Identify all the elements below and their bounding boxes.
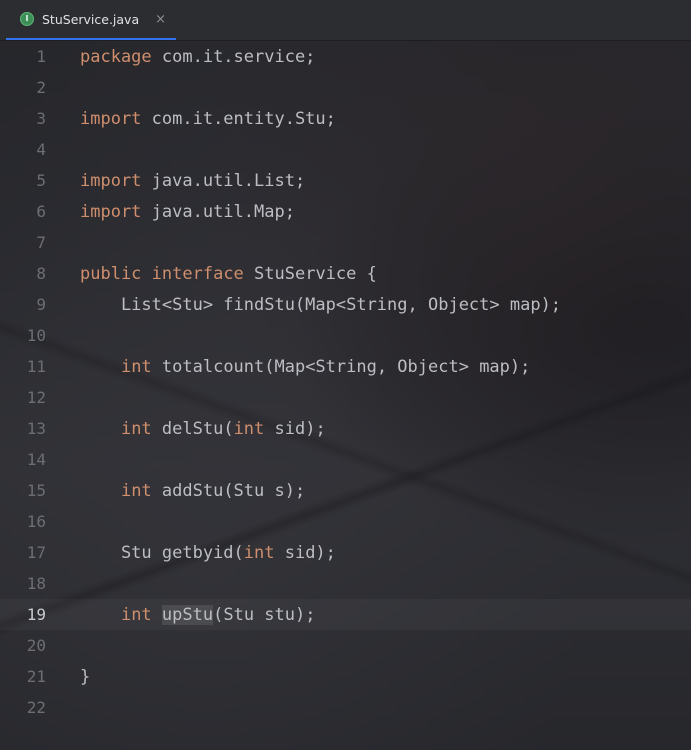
keyword-token: package bbox=[80, 46, 152, 67]
code-line[interactable]: 1 package com.it.service; bbox=[0, 41, 691, 72]
line-number: 16 bbox=[26, 512, 46, 531]
code-text[interactable]: import java.util.Map; bbox=[80, 202, 295, 222]
code-line[interactable]: 13 int delStu(int sid); bbox=[0, 413, 691, 444]
line-number: 11 bbox=[26, 357, 46, 376]
java-interface-icon: I bbox=[20, 12, 34, 26]
code-text[interactable]: int totalcount(Map<String, Object> map); bbox=[80, 357, 530, 377]
code-text[interactable]: public interface StuService { bbox=[80, 264, 377, 284]
line-number: 3 bbox=[36, 109, 46, 128]
code-token: } bbox=[80, 666, 91, 687]
code-token: StuService { bbox=[243, 263, 377, 284]
code-line[interactable]: 6 import java.util.Map; bbox=[0, 196, 691, 227]
code-line[interactable]: 9 List<Stu> findStu(Map<String, Object> … bbox=[0, 289, 691, 320]
code-token: totalcount(Map<String, Object> map); bbox=[151, 356, 531, 377]
code-line[interactable]: 7 bbox=[0, 227, 691, 258]
line-number: 7 bbox=[36, 233, 46, 252]
line-number: 21 bbox=[26, 667, 46, 686]
code-token: java.util.List; bbox=[141, 170, 306, 191]
keyword-token: interface bbox=[151, 263, 244, 284]
keyword-token: int bbox=[243, 542, 275, 563]
code-token: delStu( bbox=[151, 418, 234, 439]
line-number: 19 bbox=[26, 605, 46, 624]
code-text[interactable]: int upStu(Stu stu); bbox=[80, 604, 316, 625]
line-number: 13 bbox=[26, 419, 46, 438]
code-line[interactable]: 3 import com.it.entity.Stu; bbox=[0, 103, 691, 134]
code-token: com.it.entity.Stu; bbox=[141, 108, 336, 129]
ide-window: I StuService.java × 1 package com.it.serv… bbox=[0, 0, 691, 750]
code-text[interactable]: package com.it.service; bbox=[80, 47, 315, 67]
keyword-token: import bbox=[80, 201, 142, 222]
code-token: List<Stu> findStu(Map<String, Object> ma… bbox=[80, 294, 562, 315]
code-line[interactable]: 8 public interface StuService { bbox=[0, 258, 691, 289]
close-tab-icon[interactable]: × bbox=[155, 12, 166, 27]
code-line[interactable]: 18 bbox=[0, 568, 691, 599]
code-line[interactable]: 16 bbox=[0, 506, 691, 537]
code-text[interactable]: List<Stu> findStu(Map<String, Object> ma… bbox=[80, 295, 561, 315]
code-line[interactable]: 20 bbox=[0, 630, 691, 661]
code-token: sid); bbox=[274, 542, 336, 563]
code-line[interactable]: 17 Stu getbyid(int sid); bbox=[0, 537, 691, 568]
code-text[interactable]: } bbox=[80, 667, 90, 687]
line-number: 12 bbox=[26, 388, 46, 407]
keyword-token: int bbox=[120, 604, 152, 625]
code-editor[interactable]: 1 package com.it.service; 2 3 import com.it.… bbox=[0, 41, 691, 723]
line-number: 8 bbox=[36, 264, 46, 283]
code-token: addStu(Stu s); bbox=[151, 480, 306, 501]
line-number: 4 bbox=[36, 140, 46, 159]
code-line[interactable]: 22 bbox=[0, 692, 691, 723]
code-line[interactable]: 5 import java.util.List; bbox=[0, 165, 691, 196]
keyword-token: public bbox=[80, 263, 142, 284]
line-number: 6 bbox=[36, 202, 46, 221]
keyword-token: import bbox=[80, 108, 142, 129]
code-token: (Stu stu); bbox=[213, 604, 316, 625]
code-token: com.it.service; bbox=[151, 46, 316, 67]
code-line[interactable]: 14 bbox=[0, 444, 691, 475]
line-number: 1 bbox=[36, 47, 46, 66]
code-line[interactable]: 10 bbox=[0, 320, 691, 351]
keyword-token: import bbox=[80, 170, 142, 191]
line-number: 10 bbox=[26, 326, 46, 345]
keyword-token: int bbox=[233, 418, 265, 439]
code-token: Stu getbyid( bbox=[80, 542, 244, 563]
line-number: 20 bbox=[26, 636, 46, 655]
tab-label: StuService.java bbox=[42, 11, 140, 27]
code-line[interactable]: 11 int totalcount(Map<String, Object> ma… bbox=[0, 351, 691, 382]
code-line[interactable]: 15 int addStu(Stu s); bbox=[0, 475, 691, 506]
code-text[interactable]: int delStu(int sid); bbox=[80, 419, 326, 439]
code-text[interactable]: int addStu(Stu s); bbox=[80, 481, 305, 501]
line-number: 18 bbox=[26, 574, 46, 593]
code-line[interactable]: 21} bbox=[0, 661, 691, 692]
code-token: java.util.Map; bbox=[141, 201, 295, 222]
code-text[interactable]: import com.it.entity.Stu; bbox=[80, 109, 336, 129]
code-line[interactable]: 2 bbox=[0, 72, 691, 103]
code-token: sid); bbox=[264, 418, 326, 439]
keyword-token: int bbox=[120, 418, 152, 439]
line-number: 9 bbox=[36, 295, 46, 314]
highlighted-token: upStu bbox=[161, 604, 214, 625]
line-number: 22 bbox=[26, 698, 46, 717]
line-number: 15 bbox=[26, 481, 46, 500]
line-number: 5 bbox=[36, 171, 46, 190]
line-number: 17 bbox=[26, 543, 46, 562]
line-number: 2 bbox=[36, 78, 46, 97]
code-text[interactable]: Stu getbyid(int sid); bbox=[80, 543, 336, 563]
code-line[interactable]: 12 bbox=[0, 382, 691, 413]
editor-tab-bar: I StuService.java × bbox=[0, 0, 691, 41]
line-number: 14 bbox=[26, 450, 46, 469]
keyword-token: int bbox=[120, 480, 152, 501]
code-line[interactable]: 19 int upStu(Stu stu); bbox=[0, 599, 691, 630]
keyword-token: int bbox=[120, 356, 152, 377]
tab-stuservice-java[interactable]: I StuService.java × bbox=[6, 0, 177, 40]
code-text[interactable]: import java.util.List; bbox=[80, 171, 305, 191]
code-line[interactable]: 4 bbox=[0, 134, 691, 165]
